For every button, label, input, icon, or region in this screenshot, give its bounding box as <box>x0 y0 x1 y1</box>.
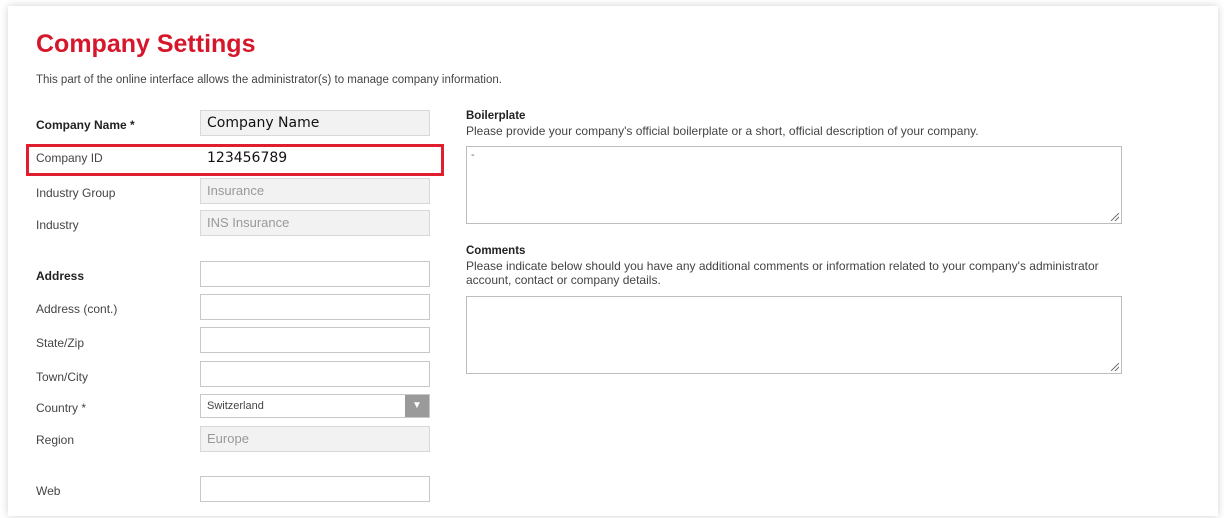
address-label: Address <box>36 269 85 283</box>
address-cont-label: Address (cont.) <box>36 302 118 316</box>
boilerplate-textarea-value: - <box>471 149 475 161</box>
company-name-label: Company Name * <box>36 118 135 132</box>
chevron-down-icon[interactable]: ▼ <box>405 395 429 417</box>
boilerplate-heading: Boilerplate <box>466 110 526 122</box>
resize-grip-icon[interactable] <box>1111 363 1119 371</box>
region-label: Region <box>36 433 75 447</box>
web-field[interactable] <box>200 476 430 502</box>
country-label: Country * <box>36 401 87 415</box>
web-label: Web <box>36 484 61 498</box>
industry-group-field: Insurance <box>200 178 430 204</box>
industry-field: INS Insurance <box>200 210 430 236</box>
region-field: Europe <box>200 426 430 452</box>
comments-description: Please indicate below should you have an… <box>466 259 1099 287</box>
country-select-value: Switzerland <box>207 400 264 412</box>
company-name-field[interactable]: Company Name <box>200 110 430 136</box>
state-zip-field[interactable] <box>200 327 430 353</box>
resize-grip-icon[interactable] <box>1111 213 1119 221</box>
state-zip-label: State/Zip <box>36 336 85 350</box>
boilerplate-description: Please provide your company's official b… <box>466 124 979 138</box>
industry-group-label: Industry Group <box>36 186 116 200</box>
address-cont-field[interactable] <box>200 294 430 320</box>
comments-textarea[interactable] <box>466 296 1122 374</box>
country-select[interactable]: Switzerland ▼ <box>200 394 430 418</box>
page-title: Company Settings <box>36 30 256 58</box>
boilerplate-textarea[interactable]: - <box>466 146 1122 224</box>
comments-heading: Comments <box>466 245 526 257</box>
town-city-label: Town/City <box>36 370 89 384</box>
town-city-field[interactable] <box>200 361 430 387</box>
page-intro: This part of the online interface allows… <box>36 74 502 86</box>
industry-label: Industry <box>36 218 79 232</box>
address-field[interactable] <box>200 261 430 287</box>
company-id-highlight <box>26 144 444 176</box>
